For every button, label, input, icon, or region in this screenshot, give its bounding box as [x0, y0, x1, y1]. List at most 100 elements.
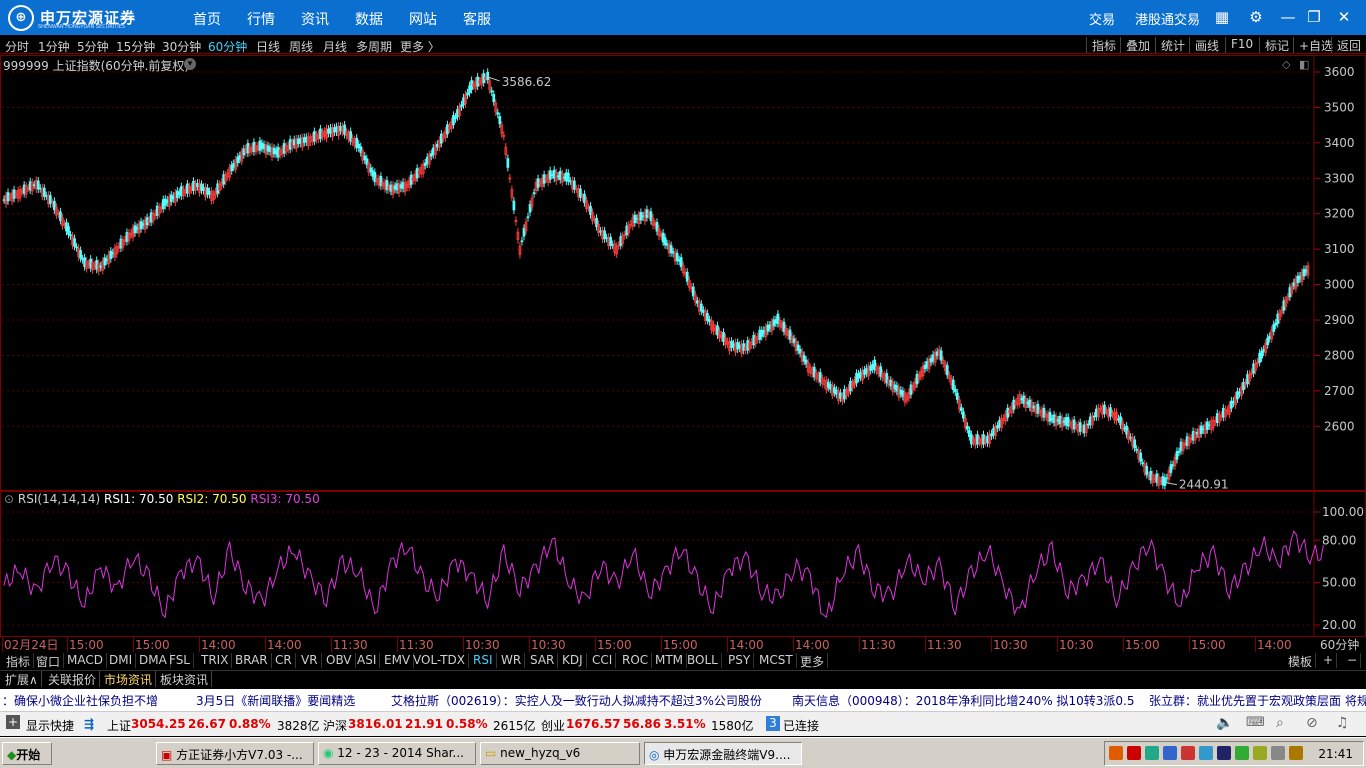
indicator-tab-8[interactable]: CR — [272, 653, 296, 668]
taskbar-item-fangzheng[interactable]: ▣ 方正证券小方V7.03 -... — [156, 742, 314, 765]
toolbar-0[interactable]: 指标 — [1086, 37, 1116, 53]
ticker-item-3[interactable]: 南天信息（000948）：2018年净利同比增240% 拟10转3派0.5 — [792, 692, 1134, 709]
tray-app-icon[interactable] — [1289, 746, 1303, 760]
nav-5[interactable]: 客服 — [463, 9, 491, 29]
indicator-tab-17[interactable]: KDJ — [559, 653, 587, 668]
indicator-tab-1[interactable]: 窗口 — [33, 653, 65, 669]
period-10[interactable]: 更多 〉 — [400, 38, 440, 55]
tray-app-icon[interactable] — [1253, 746, 1267, 760]
indicator-tab-23[interactable]: MCST — [756, 653, 797, 668]
ticker-item-1[interactable]: 3月5日《新闻联播》要闻精选 — [196, 692, 355, 709]
minimize-icon[interactable]: — — [1278, 8, 1298, 26]
tray-app-icon[interactable] — [1271, 746, 1285, 760]
indicator-right-2[interactable]: − — [1344, 653, 1362, 668]
taskbar-item-browser[interactable]: ◉ 12 - 23 - 2014 Shar... — [318, 742, 476, 765]
tray-app-icon[interactable] — [1235, 746, 1249, 760]
indicator-tab-16[interactable]: SAR — [527, 653, 559, 668]
period-3[interactable]: 15分钟 — [116, 38, 155, 55]
trade-link[interactable]: 交易 — [1089, 9, 1115, 28]
nav-2[interactable]: 资讯 — [301, 9, 329, 29]
period-4[interactable]: 30分钟 — [162, 38, 201, 55]
logo-subtext: SHENWAN HONGYUAN SECURITIES — [38, 24, 126, 30]
close-icon[interactable]: ✕ — [1334, 8, 1354, 26]
toolbar-7[interactable]: 返回 — [1331, 37, 1361, 53]
indicator-tab-22[interactable]: PSY — [725, 653, 755, 668]
indicator-tab-13[interactable]: VOL-TDX — [410, 653, 469, 668]
bell-icon[interactable]: ♫ — [1336, 715, 1349, 731]
ticker-item-4[interactable]: 张立群：就业优先置于宏观政策层面 将规 — [1149, 692, 1366, 709]
indicator-tab-3[interactable]: DMI — [106, 653, 137, 668]
magnifier-icon[interactable]: ⌕ — [1276, 715, 1284, 731]
toolbar-2[interactable]: 统计 — [1155, 37, 1185, 53]
period-7[interactable]: 周线 — [289, 38, 313, 55]
indicator-tab-10[interactable]: OBV — [323, 653, 356, 668]
nav-4[interactable]: 网站 — [409, 9, 437, 29]
indicator-right-1[interactable]: + — [1320, 653, 1338, 668]
indicator-tab-24[interactable]: 更多 — [797, 653, 829, 669]
period-2[interactable]: 5分钟 — [77, 38, 109, 55]
sound-icon[interactable]: 🔈 — [1216, 715, 1233, 731]
bottom-tab-2[interactable]: 市场资讯 — [101, 671, 157, 687]
toolbar-6[interactable]: +自选 — [1293, 37, 1333, 53]
indicator-tab-15[interactable]: WR — [498, 653, 526, 668]
keyboard-icon[interactable]: ⌨ — [1246, 715, 1265, 730]
diamond-icon[interactable]: ◇ — [1282, 58, 1290, 71]
bottom-tab-3[interactable]: 板块资讯 — [157, 671, 213, 687]
tray-app-icon[interactable] — [1181, 746, 1195, 760]
indicator-tab-6[interactable]: TRIX — [198, 653, 233, 668]
period-9[interactable]: 多周期 — [356, 38, 392, 55]
shortcut-toggle[interactable]: 显示快捷 — [26, 717, 74, 734]
toolbar-4[interactable]: F10 — [1225, 37, 1253, 53]
indicator-tab-0[interactable]: 指标 — [3, 653, 35, 669]
period-0[interactable]: 分时 — [5, 38, 29, 55]
toolbar-3[interactable]: 画线 — [1189, 37, 1219, 53]
indicator-tab-19[interactable]: ROC — [619, 653, 653, 668]
ticker-item-2[interactable]: 艾格拉斯（002619）：实控人及一致行动人拟减持不超过3%公司股份 — [391, 692, 762, 709]
toolbar-5[interactable]: 标记 — [1259, 37, 1289, 53]
news-ticker[interactable]: ：确保小微企业社保负担不增 3月5日《新闻联播》要闻精选 艾格拉斯（002619）：… — [0, 689, 1366, 711]
tray-app-icon[interactable] — [1145, 746, 1159, 760]
period-8[interactable]: 月线 — [323, 38, 347, 55]
nav-0[interactable]: 首页 — [193, 9, 221, 29]
panel-toggle-icon[interactable]: ◧ — [1299, 58, 1309, 71]
indicator-tab-2[interactable]: MACD — [64, 653, 107, 668]
tray-app-icon[interactable] — [1163, 746, 1177, 760]
indicator-tab-18[interactable]: CCI — [589, 653, 617, 668]
indicator-tab-21[interactable]: BOLL — [684, 653, 722, 668]
sh-label: 上证 — [107, 719, 132, 733]
period-1[interactable]: 1分钟 — [38, 38, 70, 55]
taskbar-item-swhy[interactable]: ◎ 申万宏源金融终端V9.... — [644, 742, 802, 765]
shortcut-plus-icon[interactable]: + — [6, 715, 20, 729]
bottom-tab-0[interactable]: 扩展∧ — [2, 671, 42, 687]
indicator-right-0[interactable]: 模板 — [1285, 653, 1317, 669]
nav-1[interactable]: 行情 — [247, 9, 275, 29]
indicator-tab-20[interactable]: MTM — [652, 653, 688, 668]
period-6[interactable]: 日线 — [256, 38, 280, 55]
tray-app-icon[interactable] — [1109, 746, 1123, 760]
chart-area[interactable]: 2600 2700 2800 2900 3000 3100 3200 3300 3400 3500… — [0, 55, 1366, 655]
indicator-tab-5[interactable]: FSL — [166, 653, 194, 668]
taskbar-item-folder[interactable]: ▭ new_hyzq_v6 — [480, 742, 640, 765]
chart-title: 999999 上证指数(60分钟.前复权) — [3, 59, 190, 73]
settings-gear-icon[interactable]: ⚙ — [1246, 8, 1266, 26]
nav-3[interactable]: 数据 — [355, 9, 383, 29]
candle-body-20 — [42, 187, 46, 197]
tray-app-icon[interactable] — [1127, 746, 1141, 760]
chart-options-icon[interactable]: ▾ — [184, 58, 196, 70]
mute-icon[interactable]: ⊘ — [1306, 715, 1318, 731]
rsi-collapse-icon[interactable]: ⊙ — [4, 492, 14, 506]
toolbar-1[interactable]: 叠加 — [1120, 37, 1150, 53]
period-5[interactable]: 60分钟 — [208, 38, 247, 55]
start-button[interactable]: ◆开始 — [2, 742, 52, 765]
bottom-tab-1[interactable]: 关联报价 — [45, 671, 101, 687]
ticker-item-0[interactable]: ：确保小微企业社保负担不增 — [2, 692, 158, 709]
indicator-tab-11[interactable]: ASI — [354, 653, 381, 668]
restore-icon[interactable]: ❐ — [1304, 8, 1324, 26]
hk-connect-trade-link[interactable]: 港股通交易 — [1135, 9, 1200, 28]
indicator-tab-9[interactable]: VR — [298, 653, 322, 668]
bluetooth-icon[interactable] — [1217, 746, 1231, 760]
tray-app-icon[interactable] — [1199, 746, 1213, 760]
indicator-tab-14[interactable]: RSI — [470, 653, 497, 668]
indicator-tab-7[interactable]: BRAR — [232, 653, 272, 668]
layout-grid-icon[interactable]: ▦ — [1212, 8, 1232, 26]
